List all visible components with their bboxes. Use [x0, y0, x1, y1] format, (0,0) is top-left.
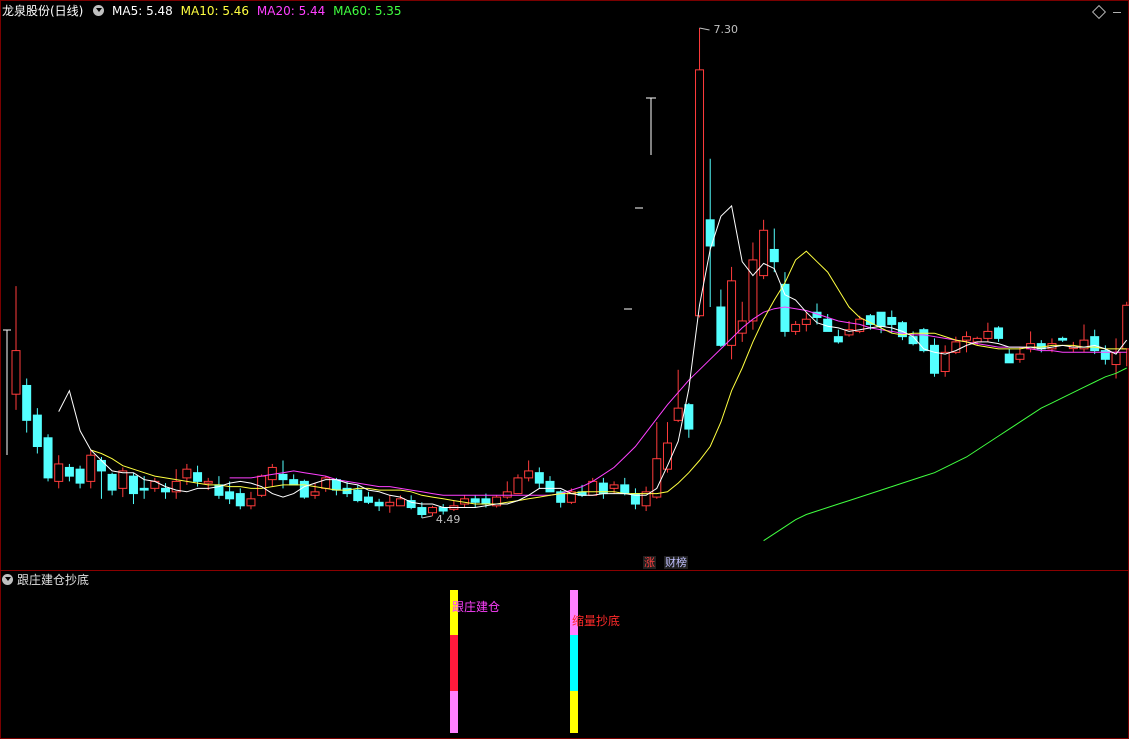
candle-body: [395, 498, 405, 507]
candle-body: [962, 336, 972, 341]
candle-body: [107, 473, 117, 491]
candle-body: [32, 414, 42, 448]
candle-body: [524, 470, 534, 479]
signal-bar-1-segment: [450, 635, 458, 691]
candle-body: [331, 479, 341, 491]
candle-body: [118, 470, 128, 489]
indicator-header[interactable]: 跟庄建仓抄底: [2, 572, 89, 588]
candle-body: [225, 491, 235, 500]
candle-body: [588, 480, 598, 496]
candle-body: [278, 473, 288, 481]
signal-label-2: 缩量抄底: [572, 613, 620, 628]
signal-bar-2-segment: [570, 635, 578, 691]
candle-body: [96, 459, 106, 472]
candle-body: [791, 323, 801, 332]
candle-body: [182, 468, 192, 479]
candle-body: [75, 468, 85, 484]
candle-body: [1004, 353, 1014, 364]
candle-body: [310, 491, 320, 496]
kline-chart[interactable]: 7.30 4.49 跟庄建仓缩量抄底: [0, 0, 1129, 739]
candle-body: [620, 484, 630, 495]
candle-body: [417, 507, 427, 516]
signal-bar-2-segment: [570, 691, 578, 733]
candle-body: [1122, 304, 1129, 350]
candle-body: [929, 344, 939, 374]
candle-body: [759, 229, 769, 277]
candle-body: [833, 336, 843, 343]
pane-divider[interactable]: [0, 570, 1129, 571]
candle-body: [299, 480, 309, 498]
signal-bar-1-segment: [450, 691, 458, 733]
candle-body: [695, 69, 705, 317]
candle-body: [652, 458, 662, 498]
candle-body: [545, 480, 555, 493]
low-price-label: 4.49: [436, 513, 461, 526]
candle-body: [193, 472, 203, 482]
candle-body: [22, 384, 32, 421]
indicator-title: 跟庄建仓抄底: [17, 573, 90, 587]
candle-body: [246, 498, 256, 507]
candle-body: [887, 316, 897, 325]
candle-body: [972, 337, 982, 343]
candle-body: [374, 501, 384, 507]
candle-body: [438, 507, 448, 512]
candle-body: [161, 487, 171, 493]
candle-body: [470, 498, 480, 503]
candle-body: [363, 496, 373, 503]
candle-body: [716, 306, 726, 346]
signal-bar-2-segment: [570, 590, 578, 635]
candle-body: [769, 248, 779, 263]
collapse-circle-icon[interactable]: [2, 574, 13, 585]
ma5-line: [58, 204, 1128, 508]
candle-body: [203, 480, 213, 484]
candle-body: [406, 500, 416, 509]
signal-label-1: 跟庄建仓: [452, 599, 500, 614]
candle-body: [353, 489, 363, 502]
candle-body: [994, 327, 1004, 339]
badge-zhang[interactable]: 涨: [643, 556, 656, 569]
candle-body: [342, 487, 352, 495]
candle-body: [54, 463, 64, 482]
candle-body: [876, 311, 886, 327]
candle-body: [534, 472, 544, 484]
low-pointer: [421, 515, 432, 519]
candle-body: [983, 330, 993, 339]
candle-body: [289, 479, 299, 486]
candle-body: [502, 491, 512, 498]
candle-body: [609, 484, 619, 489]
candle-body: [428, 507, 438, 514]
candle-body: [139, 487, 149, 491]
candle-body: [748, 259, 758, 322]
candle-body: [940, 351, 950, 373]
candle-body: [235, 493, 245, 507]
candle-body: [481, 498, 491, 505]
candle-body: [86, 454, 96, 482]
candle-body: [1058, 337, 1068, 341]
high-price-label: 7.30: [714, 23, 739, 36]
candle-body: [673, 407, 683, 421]
candle-body: [1015, 353, 1025, 360]
candle-body: [43, 437, 53, 479]
candle-body: [684, 404, 694, 430]
candle-body: [385, 501, 395, 507]
candle-body: [11, 350, 21, 395]
candle-body: [1090, 336, 1100, 352]
candle-body: [801, 318, 811, 325]
high-pointer: [699, 27, 710, 31]
badge-caibang[interactable]: 财榜: [664, 556, 688, 569]
ma60-line: [763, 367, 1127, 542]
ma10-line: [90, 250, 1127, 505]
candle-body: [64, 466, 74, 477]
candle-body: [513, 477, 523, 495]
candle-body: [128, 475, 138, 495]
